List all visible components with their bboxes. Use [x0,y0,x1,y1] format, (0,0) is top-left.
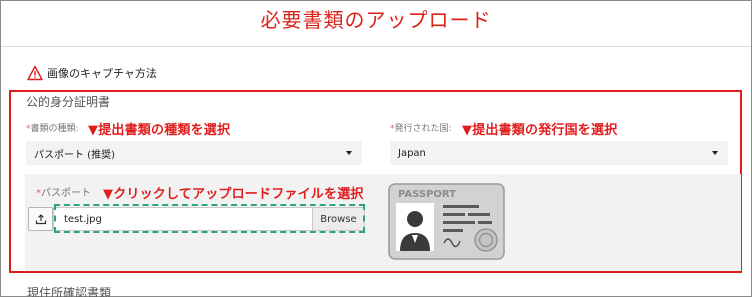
doc-type-annotation: ▼提出書類の種類を選択 [88,123,231,138]
address-section-title: 現住所確認書類 [27,286,112,297]
doc-type-select[interactable]: パスポート (推奨) [26,141,362,165]
passport-label: *パスポート [36,184,91,199]
browse-button[interactable]: Browse [313,207,365,231]
upload-icon [35,214,46,225]
identity-section-title: 公的身分証明書 [26,95,111,109]
passport-annotation: ▼クリックしてアップロードファイルを選択 [103,187,364,202]
doc-type-value: パスポート (推奨) [34,149,115,161]
doc-type-label-text: 書類の種類: [30,124,79,134]
warning-icon [27,65,43,81]
country-annotation: ▼提出書類の発行国を選択 [462,123,618,138]
country-label-text: 発行された国: [394,124,452,134]
passport-image-text: PASSPORT [398,189,456,200]
passport-sample-image: PASSPORT [388,183,505,260]
country-select[interactable]: Japan [390,141,728,165]
passport-label-text: パスポート [41,188,91,199]
title-divider [1,46,751,47]
passport-file-input[interactable]: test.jpg [53,207,313,231]
chevron-down-icon [712,151,718,155]
doc-type-label: *書類の種類: [26,121,79,134]
country-value: Japan [398,147,426,159]
capture-method-link[interactable]: 画像のキャプチャ方法 [27,64,157,82]
capture-method-label: 画像のキャプチャ方法 [47,67,157,80]
chevron-down-icon [346,151,352,155]
country-label: *発行された国: [390,121,452,134]
page-title: 必要書類のアップロード [260,8,492,32]
upload-button[interactable] [28,207,53,231]
